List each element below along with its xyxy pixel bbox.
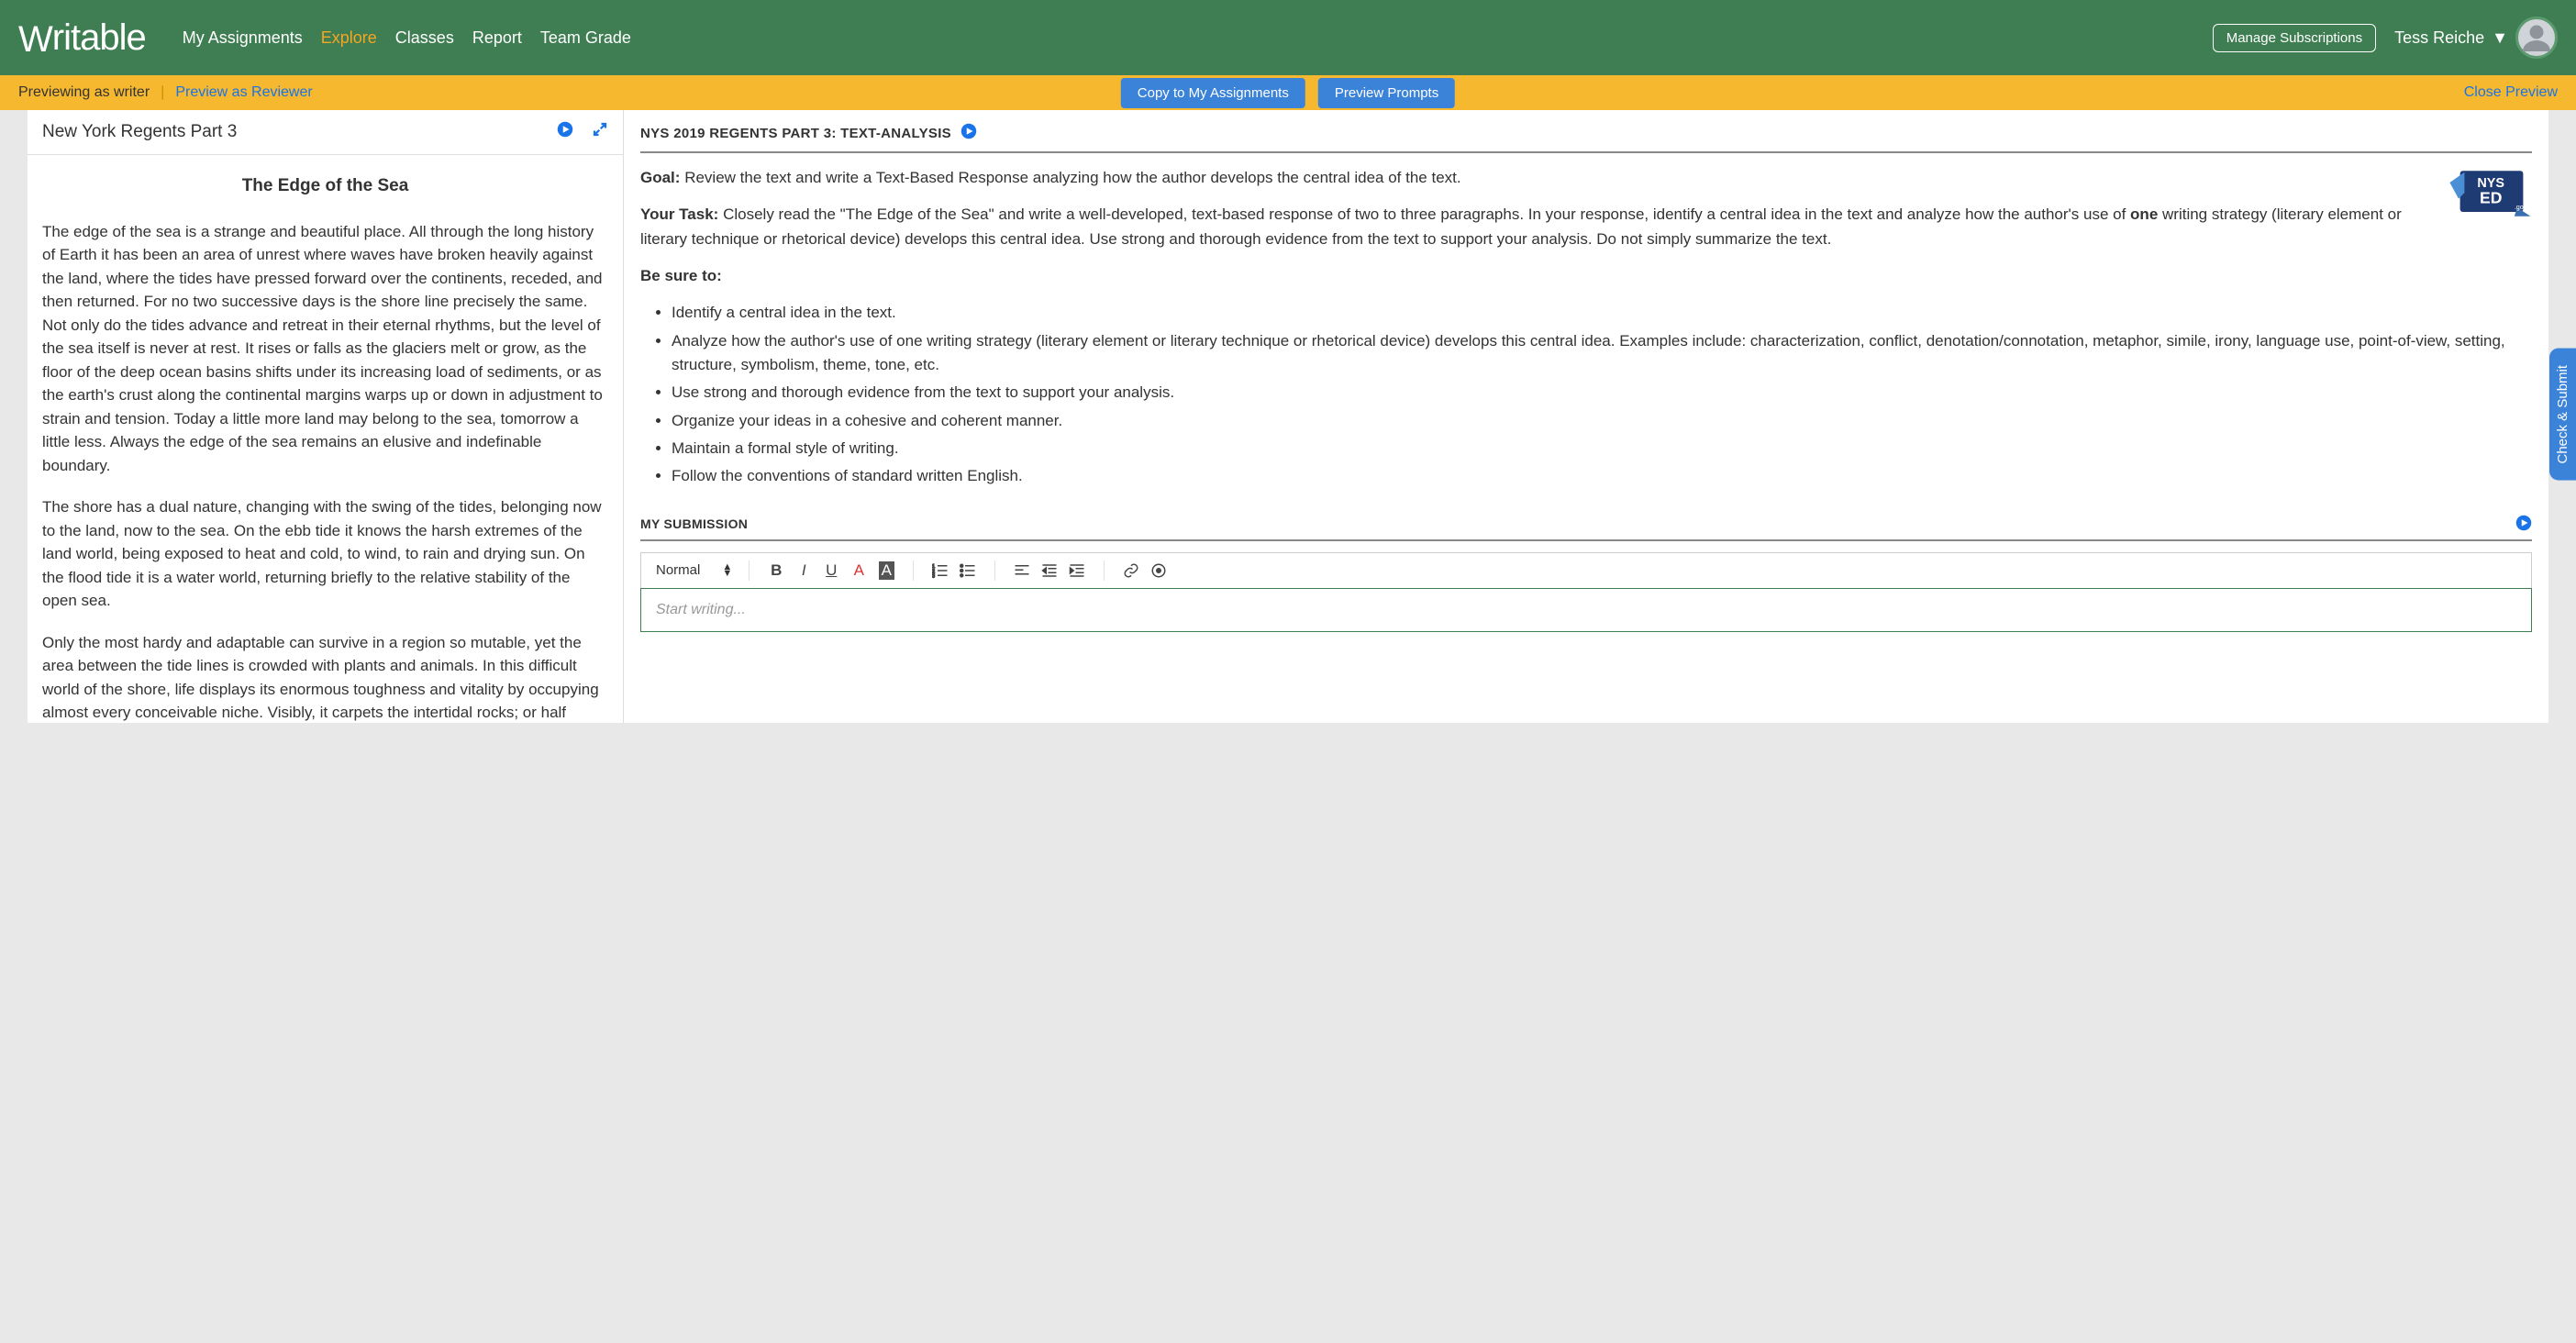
play-icon[interactable] bbox=[557, 121, 573, 143]
goal-label: Goal: bbox=[640, 169, 680, 186]
user-menu[interactable]: Tess Reiche ▼ bbox=[2394, 17, 2558, 59]
editor: Normal ▲▼ B I U A A 123 bbox=[640, 552, 2532, 632]
indent-button[interactable] bbox=[1067, 561, 1087, 581]
preview-as-reviewer-link[interactable]: Preview as Reviewer bbox=[175, 84, 312, 101]
separator: | bbox=[161, 84, 164, 101]
paragraph: The edge of the sea is a strange and bea… bbox=[42, 220, 608, 478]
reading-header: New York Regents Part 3 bbox=[28, 110, 623, 155]
italic-button[interactable]: I bbox=[794, 561, 814, 581]
nav-explore[interactable]: Explore bbox=[321, 28, 377, 48]
article-title: The Edge of the Sea bbox=[42, 173, 608, 200]
submission-header: MY SUBMISSION bbox=[640, 515, 2532, 541]
bullet: Identify a central idea in the text. bbox=[672, 301, 2532, 325]
svg-text:3: 3 bbox=[932, 573, 935, 579]
paragraph: Only the most hardy and adaptable can su… bbox=[42, 631, 608, 724]
task-label: Your Task: bbox=[640, 205, 718, 223]
logo: Writable bbox=[18, 17, 146, 59]
app-header: Writable My Assignments Explore Classes … bbox=[0, 0, 2576, 75]
close-preview-link[interactable]: Close Preview bbox=[2464, 84, 2558, 101]
format-label: Normal bbox=[656, 562, 700, 578]
task-header: NYS 2019 REGENTS PART 3: TEXT-ANALYSIS bbox=[640, 123, 2532, 153]
ordered-list-button[interactable]: 123 bbox=[930, 561, 950, 581]
underline-button[interactable]: U bbox=[821, 561, 841, 581]
svg-text:ED: ED bbox=[2480, 188, 2502, 206]
format-select[interactable]: Normal ▲▼ bbox=[656, 562, 732, 578]
preview-prompts-button[interactable]: Preview Prompts bbox=[1318, 78, 1455, 108]
goal-text: Review the text and write a Text-Based R… bbox=[684, 169, 1460, 186]
bullet: Organize your ideas in a cohesive and co… bbox=[672, 409, 2532, 433]
editor-textarea[interactable]: Start writing... bbox=[640, 588, 2532, 632]
nav: My Assignments Explore Classes Report Te… bbox=[183, 28, 631, 48]
bullet-list-button[interactable] bbox=[958, 561, 978, 581]
preview-bar: Previewing as writer | Preview as Review… bbox=[0, 75, 2576, 110]
manage-subscriptions-button[interactable]: Manage Subscriptions bbox=[2213, 24, 2376, 52]
record-button[interactable] bbox=[1149, 561, 1169, 581]
bullet: Analyze how the author's use of one writ… bbox=[672, 329, 2532, 378]
avatar bbox=[2515, 17, 2558, 59]
nav-report[interactable]: Report bbox=[472, 28, 522, 48]
task-panel: NYS 2019 REGENTS PART 3: TEXT-ANALYSIS N… bbox=[624, 110, 2548, 723]
nav-my-assignments[interactable]: My Assignments bbox=[183, 28, 303, 48]
svg-text:.gov: .gov bbox=[2515, 203, 2527, 211]
copy-to-assignments-button[interactable]: Copy to My Assignments bbox=[1121, 78, 1305, 108]
task-body: NYS ED .gov Goal: Review the text and wr… bbox=[640, 166, 2532, 489]
text-color-button[interactable]: A bbox=[849, 561, 869, 581]
task-bullets: Identify a central idea in the text. Ana… bbox=[640, 301, 2532, 488]
bold-button[interactable]: B bbox=[766, 561, 786, 581]
main-body: New York Regents Part 3 The Edge of the … bbox=[0, 110, 2576, 723]
besure-label: Be sure to: bbox=[640, 267, 722, 284]
task-text-pre: Closely read the "The Edge of the Sea" a… bbox=[723, 205, 2130, 223]
outdent-button[interactable] bbox=[1039, 561, 1060, 581]
previewing-label: Previewing as writer bbox=[18, 84, 150, 101]
task-text-bold: one bbox=[2130, 205, 2158, 223]
editor-toolbar: Normal ▲▼ B I U A A 123 bbox=[641, 553, 2531, 589]
reading-content: The Edge of the Sea The edge of the sea … bbox=[28, 155, 623, 723]
bullet: Follow the conventions of standard writt… bbox=[672, 464, 2532, 488]
check-submit-tab[interactable]: Check & Submit bbox=[2549, 349, 2576, 481]
task-title: NYS 2019 REGENTS PART 3: TEXT-ANALYSIS bbox=[640, 126, 951, 141]
highlight-button[interactable]: A bbox=[876, 561, 896, 581]
nysed-badge: NYS ED .gov bbox=[2444, 161, 2532, 234]
play-icon[interactable] bbox=[960, 123, 977, 144]
bullet: Maintain a formal style of writing. bbox=[672, 437, 2532, 461]
align-left-button[interactable] bbox=[1012, 561, 1032, 581]
reading-panel: New York Regents Part 3 The Edge of the … bbox=[28, 110, 624, 723]
play-icon[interactable] bbox=[2515, 515, 2532, 534]
chevron-down-icon: ▼ bbox=[2492, 28, 2508, 48]
bullet: Use strong and thorough evidence from th… bbox=[672, 381, 2532, 405]
submission-label: MY SUBMISSION bbox=[640, 516, 748, 531]
user-name: Tess Reiche bbox=[2394, 28, 2484, 48]
updown-icon: ▲▼ bbox=[722, 564, 732, 576]
nav-team-grade[interactable]: Team Grade bbox=[540, 28, 631, 48]
link-button[interactable] bbox=[1121, 561, 1141, 581]
paragraph: The shore has a dual nature, changing wi… bbox=[42, 495, 608, 613]
reading-doc-title: New York Regents Part 3 bbox=[42, 122, 237, 142]
expand-icon[interactable] bbox=[592, 121, 608, 143]
nav-classes[interactable]: Classes bbox=[395, 28, 454, 48]
